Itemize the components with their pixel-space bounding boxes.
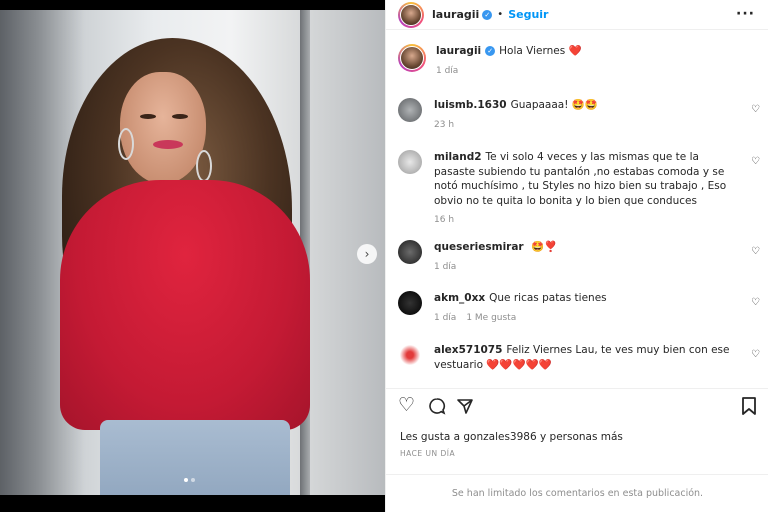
- carousel-dots: [184, 478, 195, 482]
- likes-summary[interactable]: Les gusta a gonzales3986 y personas más: [400, 431, 623, 443]
- comment-username[interactable]: luismb.1630: [434, 99, 507, 111]
- header-separator: •: [497, 9, 504, 20]
- comment-emoji: ❤️❤️❤️❤️❤️: [486, 358, 552, 371]
- share-icon[interactable]: [456, 397, 474, 419]
- post-actions: ♡ Les gusta a gonzales3986 y personas má…: [386, 388, 768, 458]
- commenter-avatar[interactable]: [398, 343, 422, 367]
- like-heart-icon[interactable]: ♡: [398, 394, 415, 416]
- caption: lauragii ✓ Hola Viernes ❤️ 1 día: [398, 44, 758, 78]
- post-media: ›: [0, 0, 385, 512]
- photo-face: [120, 72, 206, 184]
- author-avatar[interactable]: [398, 1, 424, 28]
- caption-username[interactable]: lauragii: [436, 45, 481, 57]
- carousel-dot: [191, 478, 195, 482]
- caption-emoji: ❤️: [568, 45, 582, 57]
- comment-item: miland2 Te vi solo 4 veces y las mismas q…: [398, 150, 760, 228]
- comments-list: lauragii ✓ Hola Viernes ❤️ 1 día luismb.16…: [386, 36, 768, 388]
- photo-jeans: [100, 420, 290, 495]
- follow-button[interactable]: Seguir: [508, 8, 548, 21]
- comment-item: akm_0xx Que ricas patas tienes 1 día 1 Me…: [398, 291, 760, 326]
- post-side-panel: lauragii ✓ • Seguir ··· lauragii ✓ Hola Vi…: [385, 0, 768, 512]
- comments-limited-notice: Se han limitado los comentarios en esta …: [386, 474, 768, 512]
- like-comment-heart-icon[interactable]: ♡: [751, 156, 760, 167]
- photo-lips: [153, 140, 183, 149]
- like-comment-heart-icon[interactable]: ♡: [751, 349, 760, 360]
- carousel-dot-active: [184, 478, 188, 482]
- earring: [196, 150, 212, 182]
- more-horizontal-icon[interactable]: ···: [736, 6, 755, 22]
- post-header: lauragii ✓ • Seguir ···: [386, 0, 768, 30]
- verified-badge-icon: ✓: [485, 46, 496, 56]
- author-avatar[interactable]: [398, 44, 426, 72]
- comment-item: luismb.1630 Guapaaaa! 🤩🤩 23 h ♡: [398, 98, 760, 133]
- comment-item: queseriesmirar 🤩❣️ 1 día ♡: [398, 240, 760, 275]
- comment-text: Guapaaaa!: [510, 99, 569, 111]
- photo-eye: [172, 114, 188, 119]
- commenter-avatar[interactable]: [398, 291, 422, 315]
- comment-age[interactable]: 16 h: [434, 213, 454, 228]
- comment-username[interactable]: miland2: [434, 151, 482, 163]
- comment-icon[interactable]: [428, 397, 446, 419]
- like-comment-heart-icon[interactable]: ♡: [751, 104, 760, 115]
- caption-age[interactable]: 1 día: [436, 64, 458, 79]
- commenter-avatar[interactable]: [398, 150, 422, 174]
- comment-text: Que ricas patas tienes: [489, 292, 607, 304]
- post-timestamp: HACE UN DÍA: [400, 449, 456, 458]
- like-comment-heart-icon[interactable]: ♡: [751, 246, 760, 257]
- like-comment-heart-icon[interactable]: ♡: [751, 297, 760, 308]
- verified-badge-icon: ✓: [482, 9, 493, 20]
- save-bookmark-icon[interactable]: [741, 397, 757, 419]
- next-image-button[interactable]: ›: [357, 244, 377, 264]
- post-photo[interactable]: [0, 10, 385, 495]
- chevron-right-icon: ›: [364, 247, 370, 261]
- comment-item: alex571075 Feliz Viernes Lau, te ves muy …: [398, 343, 760, 372]
- earring: [118, 128, 134, 160]
- author-username[interactable]: lauragii: [432, 8, 479, 21]
- comment-emoji: 🤩❣️: [530, 241, 558, 253]
- photo-eye: [140, 114, 156, 119]
- comment-age[interactable]: 1 día: [434, 311, 456, 326]
- commenter-avatar[interactable]: [398, 240, 422, 264]
- post-viewer: › lauragii ✓ • Seguir ··· lauragii ✓ Hola …: [0, 0, 768, 512]
- photo-red-top: [60, 180, 310, 430]
- comment-username[interactable]: queseriesmirar: [434, 241, 524, 253]
- comment-age[interactable]: 23 h: [434, 118, 454, 133]
- comment-username[interactable]: alex571075: [434, 344, 502, 356]
- comment-emoji: 🤩🤩: [571, 99, 598, 111]
- commenter-avatar[interactable]: [398, 98, 422, 122]
- comment-likes[interactable]: 1 Me gusta: [466, 311, 516, 326]
- comment-username[interactable]: akm_0xx: [434, 292, 485, 304]
- caption-text: Hola Viernes: [499, 45, 566, 57]
- comment-age[interactable]: 1 día: [434, 260, 456, 275]
